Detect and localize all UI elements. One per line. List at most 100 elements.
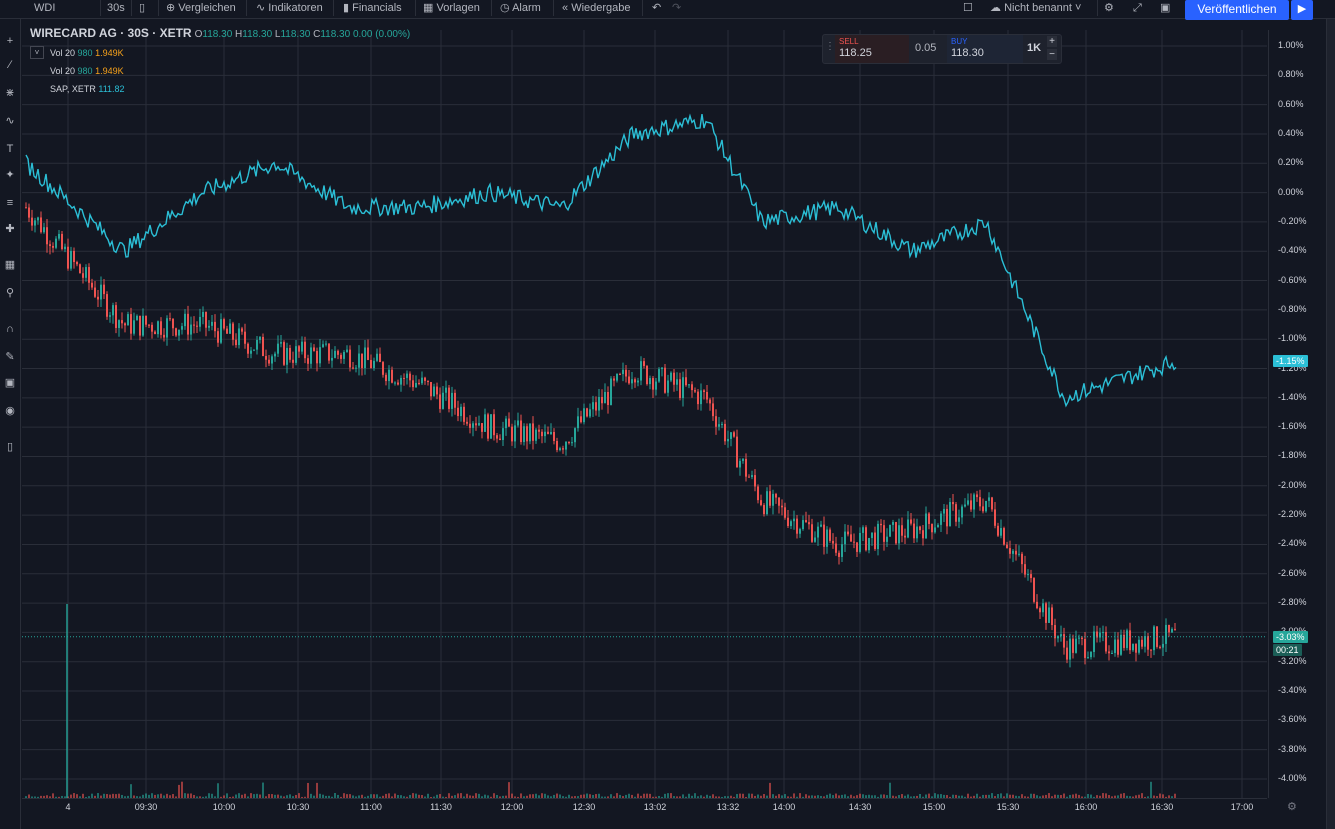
templates-button[interactable]: ▦ Vorlagen	[423, 0, 480, 18]
alert-button[interactable]: ◷ Alarm	[500, 0, 541, 18]
candle-body	[889, 525, 891, 537]
candle-body	[1153, 627, 1155, 651]
layout-name-button[interactable]: ☁ Nicht benannt ˅	[990, 0, 1081, 18]
candle-body	[208, 326, 210, 328]
redo-icon[interactable]: ↷	[672, 0, 681, 18]
candle-body	[616, 374, 618, 381]
volume-study-1[interactable]: Vol 20 980 1.949K	[50, 48, 124, 58]
crosshair-icon[interactable]: +	[2, 33, 18, 49]
magnet-icon[interactable]: ∩	[2, 321, 18, 337]
candle-body	[859, 533, 861, 552]
templates-icon: ▦	[423, 2, 433, 14]
indicators-button[interactable]: ∿ Indikatoren	[256, 0, 323, 18]
qty-plus-button[interactable]: +	[1047, 36, 1057, 47]
time-axis-tick: 11:30	[429, 802, 453, 812]
trend-line-icon[interactable]: ∕	[2, 57, 18, 73]
replay-button[interactable]: « Wiedergabe	[562, 0, 631, 18]
candle-body	[706, 392, 708, 400]
candle-body	[568, 442, 570, 443]
bar-style-icon[interactable]: ▯	[139, 0, 145, 18]
candle-body	[493, 414, 495, 435]
gear-icon[interactable]: ⚙	[1104, 0, 1114, 18]
candle-body	[445, 388, 447, 393]
sell-button[interactable]: SELL 118.25	[835, 35, 909, 63]
candle-body	[106, 294, 108, 317]
quantity-value[interactable]: 1K	[1027, 42, 1041, 54]
candle-body	[721, 424, 723, 425]
volume-study-2[interactable]: Vol 20 980 1.949K	[50, 66, 124, 76]
price-axis-tick: -0.60%	[1278, 275, 1307, 285]
fullscreen-icon[interactable]: ⤢	[1133, 0, 1142, 18]
candle-body	[1069, 639, 1071, 660]
prediction-icon[interactable]: ≡	[2, 195, 18, 211]
price-axis[interactable]: 1.00%0.80%0.60%0.40%0.20%0.00%-0.20%-0.4…	[1268, 30, 1327, 798]
candle-body	[907, 519, 909, 537]
candle-body	[100, 285, 102, 300]
pattern-icon[interactable]: ✦	[2, 167, 18, 183]
candle-body	[112, 305, 114, 315]
camera-icon[interactable]: ▣	[1160, 0, 1170, 18]
candle-body	[61, 234, 63, 249]
candle-body	[1081, 638, 1083, 639]
compare-button[interactable]: ⊕ Vergleichen	[166, 0, 236, 18]
candle-body	[295, 346, 297, 363]
candle-body	[319, 347, 321, 363]
candle-body	[532, 423, 534, 440]
financials-button[interactable]: ▮ Financials	[343, 0, 402, 18]
pitchfork-icon[interactable]: ⋇	[2, 85, 18, 101]
qty-minus-button[interactable]: −	[1047, 49, 1057, 60]
candle-body	[1039, 608, 1041, 612]
candle-body	[430, 382, 432, 396]
axis-settings-icon[interactable]: ⚙	[1287, 800, 1297, 813]
candle-body	[250, 351, 252, 354]
volume-bar	[181, 782, 183, 798]
candle-body	[820, 525, 822, 527]
candle-body	[1036, 602, 1038, 608]
candle-body	[904, 536, 906, 538]
candle-body	[598, 397, 600, 411]
price-axis-tick: 0.60%	[1278, 99, 1304, 109]
drag-handle-icon[interactable]: ⋮	[825, 41, 835, 52]
legend-symbol-title[interactable]: WIRECARD AG · 30S · XETR	[30, 26, 192, 40]
trash-icon[interactable]: ▯	[2, 439, 18, 455]
interval-button[interactable]: 30s	[107, 0, 125, 18]
candle-body	[976, 494, 978, 497]
time-axis-tick: 10:30	[286, 802, 310, 812]
candle-body	[517, 421, 519, 426]
price-chart[interactable]	[22, 30, 1267, 798]
layout-checkbox-icon[interactable]: ☐	[963, 0, 973, 18]
candle-body	[1171, 629, 1173, 632]
time-axis[interactable]: 409:3010:0010:3011:0011:3012:0012:3013:0…	[22, 798, 1267, 817]
compare-study-sap[interactable]: SAP, XETR 111.82	[50, 84, 125, 94]
legend-collapse-icon[interactable]: ˅	[30, 46, 44, 59]
lock-icon[interactable]: ▣	[2, 375, 18, 391]
buy-button[interactable]: BUY 118.30	[947, 35, 1023, 63]
symbol-search[interactable]: WDI	[34, 0, 55, 18]
zoom-icon[interactable]: ⚲	[2, 285, 18, 301]
candle-body	[913, 524, 915, 539]
candle-body	[661, 368, 663, 369]
publish-button[interactable]: Veröffentlichen	[1185, 0, 1289, 20]
candle-body	[46, 227, 48, 244]
candle-body	[511, 427, 513, 442]
brush-icon[interactable]: ∿	[2, 113, 18, 129]
play-icon[interactable]: ▶	[1291, 0, 1313, 20]
price-axis-tick: -3.60%	[1278, 714, 1307, 724]
candle-body	[175, 328, 177, 335]
candle-body	[811, 524, 813, 542]
candle-body	[466, 422, 468, 424]
top-toolbar: WDI 30s ▯ ⊕ Vergleichen ∿ Indikatoren ▮ …	[0, 0, 1335, 19]
candle-body	[238, 328, 240, 345]
candle-body	[91, 283, 93, 288]
candle-body	[514, 425, 516, 441]
undo-icon[interactable]: ↶	[652, 0, 661, 18]
candle-body	[775, 494, 777, 498]
shapes-icon[interactable]: ✚	[2, 221, 18, 237]
ruler-icon[interactable]: ▦	[2, 257, 18, 273]
candle-body	[847, 532, 849, 535]
lock-drawing-icon[interactable]: ✎	[2, 349, 18, 365]
eye-icon[interactable]: ◉	[2, 403, 18, 419]
candle-body	[1021, 554, 1023, 564]
candle-body	[784, 507, 786, 517]
text-tool-icon[interactable]: T	[2, 141, 18, 157]
